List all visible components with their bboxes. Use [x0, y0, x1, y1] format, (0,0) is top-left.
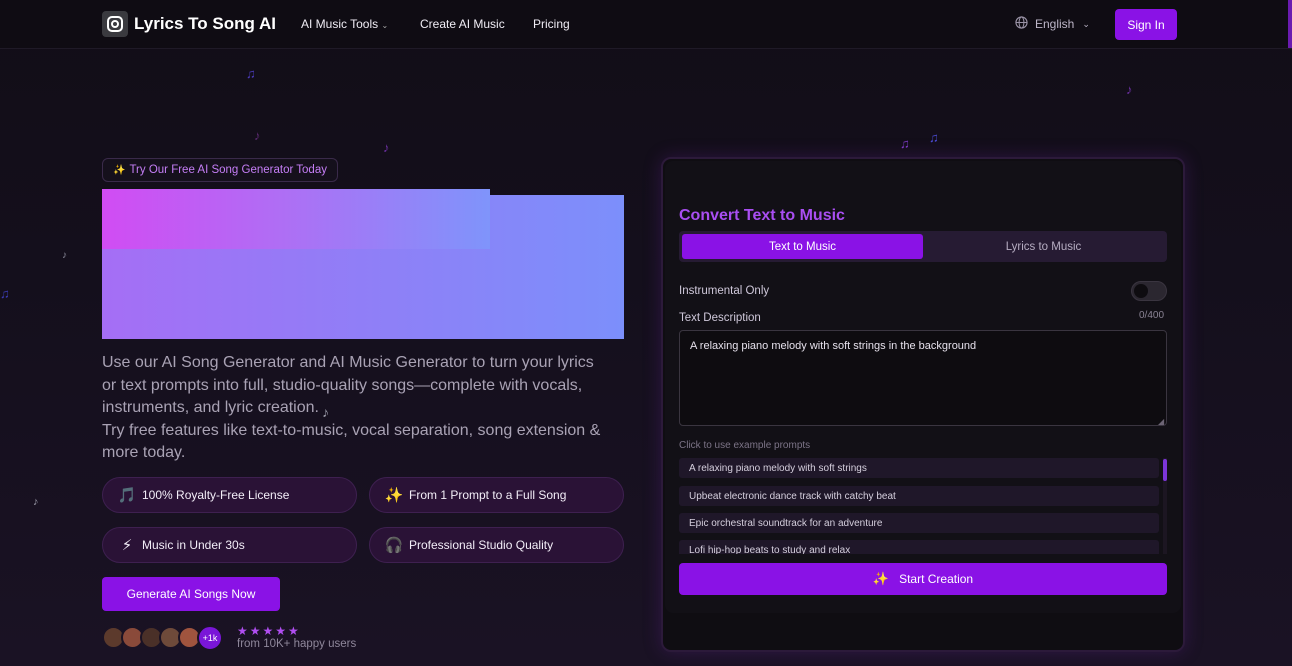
tab-text-to-music[interactable]: Text to Music — [682, 234, 923, 259]
user-avatars: +1k — [102, 625, 223, 651]
generate-songs-button[interactable]: Generate AI Songs Now — [102, 577, 280, 611]
sparkles-icon: ✨ — [113, 164, 126, 176]
sign-in-button[interactable]: Sign In — [1115, 9, 1177, 40]
language-selector[interactable]: English ⌄ — [1009, 10, 1097, 38]
top-navbar: Lyrics To Song AI AI Music Tools ⌄ Creat… — [0, 0, 1292, 49]
instrumental-toggle[interactable] — [1131, 281, 1167, 301]
start-creation-button[interactable]: ✨ Start Creation — [679, 563, 1167, 595]
scrollbar[interactable] — [1288, 0, 1292, 48]
example-prompt[interactable]: A relaxing piano melody with soft string… — [679, 458, 1159, 478]
hero-description-line-1: Use our AI Song Generator and AI Music G… — [102, 354, 594, 416]
example-prompt[interactable]: Upbeat electronic dance track with catch… — [679, 486, 1159, 506]
music-note-icon: ♪ — [383, 140, 390, 155]
headphones-icon: 🎧 — [384, 537, 404, 554]
feature-label: 100% Royalty-Free License — [142, 488, 290, 502]
hero-description: Use our AI Song Generator and AI Music G… — [102, 352, 602, 465]
globe-icon — [1015, 16, 1028, 32]
instrumental-label: Instrumental Only — [679, 285, 770, 297]
example-prompt[interactable]: Epic orchestral soundtrack for an advent… — [679, 513, 1159, 533]
text-description-input[interactable]: A relaxing piano melody with soft string… — [679, 330, 1167, 426]
music-note-icon: 🎵 — [117, 487, 137, 504]
happy-users-text: from 10K+ happy users — [237, 638, 357, 650]
feature-under-30s: ⚡ Music in Under 30s — [102, 527, 357, 563]
text-description-label: Text Description — [679, 312, 761, 324]
music-note-icon: ♪ — [1126, 82, 1133, 97]
nav-ai-music-tools[interactable]: AI Music Tools ⌄ — [301, 17, 388, 31]
promo-badge: ✨ Try Our Free AI Song Generator Today — [102, 158, 338, 182]
logo-text: Lyrics To Song AI — [134, 14, 276, 33]
feature-label: Professional Studio Quality — [409, 538, 554, 552]
examples-hint: Click to use example prompts — [679, 440, 811, 451]
example-prompts-list: A relaxing piano melody with soft string… — [679, 458, 1167, 554]
music-note-icon: ♪ — [62, 250, 67, 261]
feature-prompt-to-song: ✨ From 1 Prompt to a Full Song — [369, 477, 624, 513]
music-note-icon: ♫ — [0, 286, 10, 301]
hero-headline-graphic-top — [102, 189, 490, 249]
feature-royalty-free: 🎵 100% Royalty-Free License — [102, 477, 357, 513]
panel-title: Convert Text to Music — [679, 207, 845, 224]
feature-label: From 1 Prompt to a Full Song — [409, 488, 567, 502]
rating-stars: ★★★★★ — [237, 624, 301, 638]
chevron-down-icon: ⌄ — [1082, 18, 1090, 29]
char-counter: 0/400 — [1139, 310, 1165, 321]
nav-ai-music-tools-label: AI Music Tools — [301, 17, 379, 31]
start-creation-label: Start Creation — [899, 572, 974, 586]
more-users-badge: +1k — [197, 625, 223, 651]
tab-lyrics-to-music[interactable]: Lyrics to Music — [923, 234, 1164, 259]
music-note-icon: ♪ — [254, 128, 261, 143]
music-note-icon: ♫ — [929, 130, 939, 145]
nav-create-ai-music[interactable]: Create AI Music — [420, 17, 505, 31]
feature-label: Music in Under 30s — [142, 538, 245, 552]
logo[interactable]: Lyrics To Song AI — [102, 11, 276, 37]
promo-badge-text: Try Our Free AI Song Generator Today — [129, 164, 327, 176]
toggle-knob — [1134, 284, 1148, 298]
music-note-icon: ♪ — [33, 496, 39, 508]
sparkles-icon: ✨ — [872, 571, 890, 586]
sparkles-icon: ✨ — [384, 487, 404, 504]
textarea-placeholder: A relaxing piano melody with soft string… — [690, 340, 977, 352]
resize-handle-icon[interactable]: ◢ — [1158, 417, 1164, 426]
example-prompt[interactable]: Lofi hip-hop beats to study and relax — [679, 540, 1159, 554]
mode-tabs: Text to Music Lyrics to Music — [679, 231, 1167, 262]
feature-studio-quality: 🎧 Professional Studio Quality — [369, 527, 624, 563]
nav-pricing[interactable]: Pricing — [533, 17, 570, 31]
logo-mark-icon — [102, 11, 128, 37]
music-note-icon: ♫ — [900, 136, 910, 151]
language-label: English — [1035, 17, 1075, 31]
lightning-icon: ⚡ — [121, 537, 133, 554]
chevron-down-icon: ⌄ — [381, 21, 389, 30]
examples-scrollbar-thumb[interactable] — [1163, 459, 1167, 481]
hero-description-line-2: Try free features like text-to-music, vo… — [102, 421, 601, 462]
music-note-icon: ♫ — [246, 66, 256, 81]
